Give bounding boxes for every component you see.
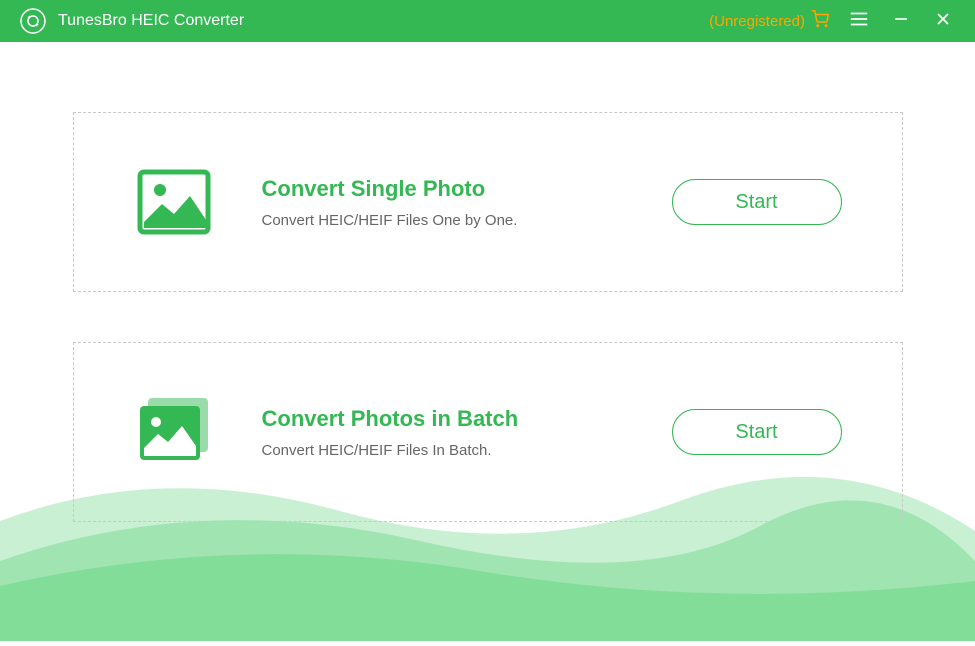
- menu-button[interactable]: [847, 9, 871, 33]
- minimize-button[interactable]: [889, 9, 913, 33]
- single-subtitle: Convert HEIC/HEIF Files One by One.: [262, 212, 672, 229]
- single-photo-icon: [134, 162, 214, 242]
- single-convert-card: Convert Single Photo Convert HEIC/HEIF F…: [73, 112, 903, 292]
- main-content: Convert Single Photo Convert HEIC/HEIF F…: [0, 42, 975, 641]
- batch-text-group: Convert Photos in Batch Convert HEIC/HEI…: [262, 406, 672, 459]
- menu-icon: [848, 8, 870, 35]
- app-title: TunesBro HEIC Converter: [58, 12, 709, 30]
- close-icon: [933, 9, 953, 34]
- batch-subtitle: Convert HEIC/HEIF Files In Batch.: [262, 442, 672, 459]
- minimize-icon: [891, 9, 911, 34]
- batch-convert-card: Convert Photos in Batch Convert HEIC/HEI…: [73, 342, 903, 522]
- batch-photo-icon: [134, 392, 214, 472]
- single-text-group: Convert Single Photo Convert HEIC/HEIF F…: [262, 176, 672, 229]
- single-title: Convert Single Photo: [262, 176, 672, 202]
- unregistered-label: (Unregistered): [709, 13, 805, 30]
- titlebar: TunesBro HEIC Converter (Unregistered): [0, 0, 975, 42]
- unregistered-link[interactable]: (Unregistered): [709, 10, 829, 32]
- cart-icon: [811, 10, 829, 32]
- batch-start-button[interactable]: Start: [672, 409, 842, 455]
- batch-title: Convert Photos in Batch: [262, 406, 672, 432]
- single-start-button[interactable]: Start: [672, 179, 842, 225]
- app-logo-icon: [20, 8, 46, 34]
- close-button[interactable]: [931, 9, 955, 33]
